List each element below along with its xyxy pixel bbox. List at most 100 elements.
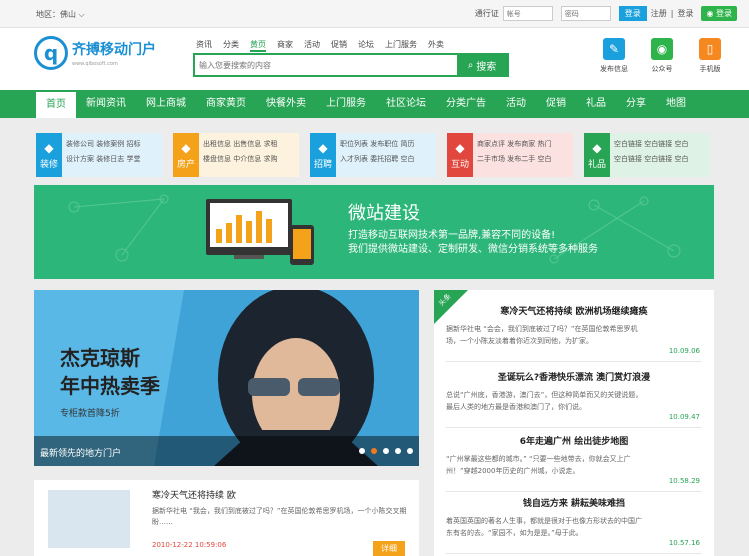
news-desc: 总说“广州底，香港游，澳门去”，但这种简单而又的关键说题，最后人类的地方最是香港… [446, 391, 643, 411]
micro-site-banner[interactable]: 微站建设 打造移动互联网技术第一品牌,兼容不同的设备! 我们提供微站建设、定制研发… [34, 185, 714, 279]
category-link-row[interactable]: 入才列表 委托招聘 空白 [340, 152, 432, 167]
category-link-row[interactable]: 职位列表 发布职位 简历 [340, 137, 432, 152]
login-bar: 通行证 登录 注册 | 登录 ◉ 登录 [475, 6, 737, 21]
category-label[interactable]: ◆ 房产 [173, 133, 199, 177]
category-link-row[interactable]: 空白链接 空白链接 空白 [614, 152, 706, 167]
news-item: 圣诞玩么?香港快乐漂流 澳门赏灯浪漫总说“广州底，香港游，澳门去”，但这种简单而… [446, 370, 702, 428]
category-label[interactable]: ◆ 礼品 [584, 133, 610, 177]
quick-link[interactable]: ▯ 手机版 [693, 38, 727, 74]
category-link-row[interactable]: 二手市场 发布二手 空白 [477, 152, 569, 167]
slider-dot[interactable] [383, 448, 389, 454]
category-name: 招聘 [313, 159, 332, 170]
slider-dot[interactable] [395, 448, 401, 454]
site-logo[interactable]: q 齐搏移动门户 www.qibosoft.com [34, 36, 156, 70]
register-link[interactable]: 注册 [651, 8, 667, 19]
search-tab[interactable]: 黄页 [250, 39, 266, 52]
password-input[interactable] [560, 6, 611, 21]
news-date: 10.09.06 [668, 347, 700, 355]
news-title[interactable]: 寒冷天气还将持续 欧洲机场继续瘫痪 [446, 304, 702, 317]
category-box: ◆ 招聘 职位列表 发布职位 简历 入才列表 委托招聘 空白 [310, 133, 436, 177]
news-date: 10.09.47 [668, 413, 700, 421]
category-link-row[interactable]: 楼盘信息 中介信息 求购 [203, 152, 295, 167]
search-tab[interactable]: 活动 [304, 39, 320, 52]
nav-item[interactable]: 促销 [536, 90, 576, 118]
news-title[interactable]: 钱自远方来 耕耘美味难挡 [446, 496, 702, 509]
username-input[interactable] [502, 6, 553, 21]
search-tab[interactable]: 外卖 [428, 39, 444, 52]
news-title[interactable]: 6年走遍广州 绘出徒步地图 [446, 434, 702, 447]
news-date: 10.58.29 [668, 477, 700, 485]
category-name: 装修 [39, 159, 58, 170]
article-title[interactable]: 寒冷天气还将持续 欧 [152, 488, 236, 501]
category-label[interactable]: ◆ 装修 [36, 133, 62, 177]
quick-link-icon: ✎ [603, 38, 625, 60]
article-more-button[interactable]: 详细 [373, 541, 405, 556]
promo-slider[interactable]: 杰克琼斯 年中热卖季 专柜款首降5折 最新领先的地方门户 [34, 290, 419, 466]
search-tab[interactable]: 资讯 [196, 39, 212, 52]
quick-link[interactable]: ◉ 公众号 [645, 38, 679, 74]
nav-item[interactable]: 商家黄页 [196, 90, 256, 118]
search-input[interactable] [195, 55, 457, 75]
slider-dot[interactable] [359, 448, 365, 454]
nav-item[interactable]: 礼品 [576, 90, 616, 118]
wechat-login-button[interactable]: ◉ 登录 [701, 6, 737, 21]
category-link-row[interactable]: 出租信息 出售信息 求租 [203, 137, 295, 152]
category-box: ◆ 礼品 空白链接 空白链接 空白 空白链接 空白链接 空白 [584, 133, 710, 177]
top-bar: 地区：佛山 ⌵ 通行证 登录 注册 | 登录 ◉ 登录 [0, 0, 749, 28]
search-tab[interactable]: 分类 [223, 39, 239, 52]
category-link-row[interactable]: 商家点评 发布商家 热门 [477, 137, 569, 152]
category-strip: ◆ 装修 装修公司 装修案例 招标 设计方案 装修日志 学堂 ◆ 房产 出租信息 出售信息 … [36, 133, 710, 177]
news-item: 钱自远方来 耕耘美味难挡着英国英国的著名人生事，都就是很对于也像方形状去的中国广… [446, 496, 702, 554]
banner-line-2: 我们提供微站建设、定制研发、微信分销系统等多种服务 [348, 244, 598, 255]
news-desc: 着英国英国的著名人生事，都就是很对于也像方形状去的中国广东有名的去。“家园不，如… [446, 517, 642, 537]
search-tab[interactable]: 商家 [277, 39, 293, 52]
slider-dot[interactable] [407, 448, 413, 454]
search-tab[interactable]: 促销 [331, 39, 347, 52]
search-button-label: 搜索 [476, 61, 497, 73]
nav-item[interactable]: 首页 [36, 90, 76, 118]
news-title[interactable]: 圣诞玩么?香港快乐漂流 澳门赏灯浪漫 [446, 370, 702, 383]
category-link-row[interactable]: 设计方案 装修日志 学堂 [66, 152, 158, 167]
news-desc: 据新华社电 “会会，我们到底被过了吗？”在英国伦敦希思罗机场，一个小陈友淡着着你… [446, 325, 638, 345]
login-button[interactable]: 登录 [618, 6, 647, 21]
article-thumbnail[interactable] [48, 490, 130, 548]
search-tab[interactable]: 论坛 [358, 39, 374, 52]
nav-item[interactable]: 分享 [616, 90, 656, 118]
category-link-row[interactable]: 空白链接 空白链接 空白 [614, 137, 706, 152]
nav-item[interactable]: 地图 [656, 90, 696, 118]
nav-item[interactable]: 社区论坛 [376, 90, 436, 118]
nav-item[interactable]: 分类广告 [436, 90, 496, 118]
category-links: 装修公司 装修案例 招标 设计方案 装修日志 学堂 [62, 133, 162, 177]
category-icon: ◆ [592, 140, 602, 155]
slider-dot-active[interactable] [371, 448, 377, 454]
article-desc: 据新华社电 “我会，我们到底被过了吗？”在英国伦敦希思罗机场，一个小陈交叉期盼…… [152, 507, 407, 526]
category-name: 房产 [176, 159, 195, 170]
nav-item[interactable]: 上门服务 [316, 90, 376, 118]
article-date: 2010-12-22 10:59:06 [152, 541, 227, 549]
headline-news: 头条 寒冷天气还将持续 欧洲机场继续瘫痪 据新华社电 “会会，我们到底被过了吗？”… [434, 290, 714, 556]
search-tabs: 资讯 分类 黄页 商家 活动 促销 论坛 上门服务 外卖 [196, 39, 444, 52]
quick-link[interactable]: ✎ 发布信息 [597, 38, 631, 74]
site-name: 齐搏移动门户 [72, 42, 156, 58]
quick-links: ✎ 发布信息 ◉ 公众号 ▯ 手机版 [597, 38, 727, 74]
login-link[interactable]: 登录 [677, 8, 693, 19]
news-item: 寒冷天气还将持续 欧洲机场继续瘫痪据新华社电 “会会，我们到底被过了吗？”在英国… [446, 304, 702, 362]
nav-item[interactable]: 新闻资讯 [76, 90, 136, 118]
nav-item[interactable]: 网上商城 [136, 90, 196, 118]
search-box: ⌕搜索 [193, 53, 509, 77]
search-button[interactable]: ⌕ 搜索 [457, 55, 507, 75]
news-desc: “广州掌最这些都的城市。” “只要一些地带去，你就会又上广州！”穿越2000年历… [446, 455, 631, 475]
search-tab[interactable]: 上门服务 [385, 39, 417, 52]
category-label[interactable]: ◆ 招聘 [310, 133, 336, 177]
promo-sub: 专柜款首降5折 [60, 409, 120, 419]
nav-item[interactable]: 活动 [496, 90, 536, 118]
quick-link-icon: ◉ [651, 38, 673, 60]
category-label[interactable]: ◆ 互动 [447, 133, 473, 177]
nav-item[interactable]: 快餐外卖 [256, 90, 316, 118]
category-box: ◆ 房产 出租信息 出售信息 求租 楼盘信息 中介信息 求购 [173, 133, 299, 177]
quick-link-label: 发布信息 [600, 65, 628, 73]
category-link-row[interactable]: 装修公司 装修案例 招标 [66, 137, 158, 152]
quick-link-label: 公众号 [651, 65, 673, 73]
region-selector[interactable]: 地区：佛山 ⌵ [36, 9, 85, 20]
category-name: 互动 [450, 159, 469, 170]
